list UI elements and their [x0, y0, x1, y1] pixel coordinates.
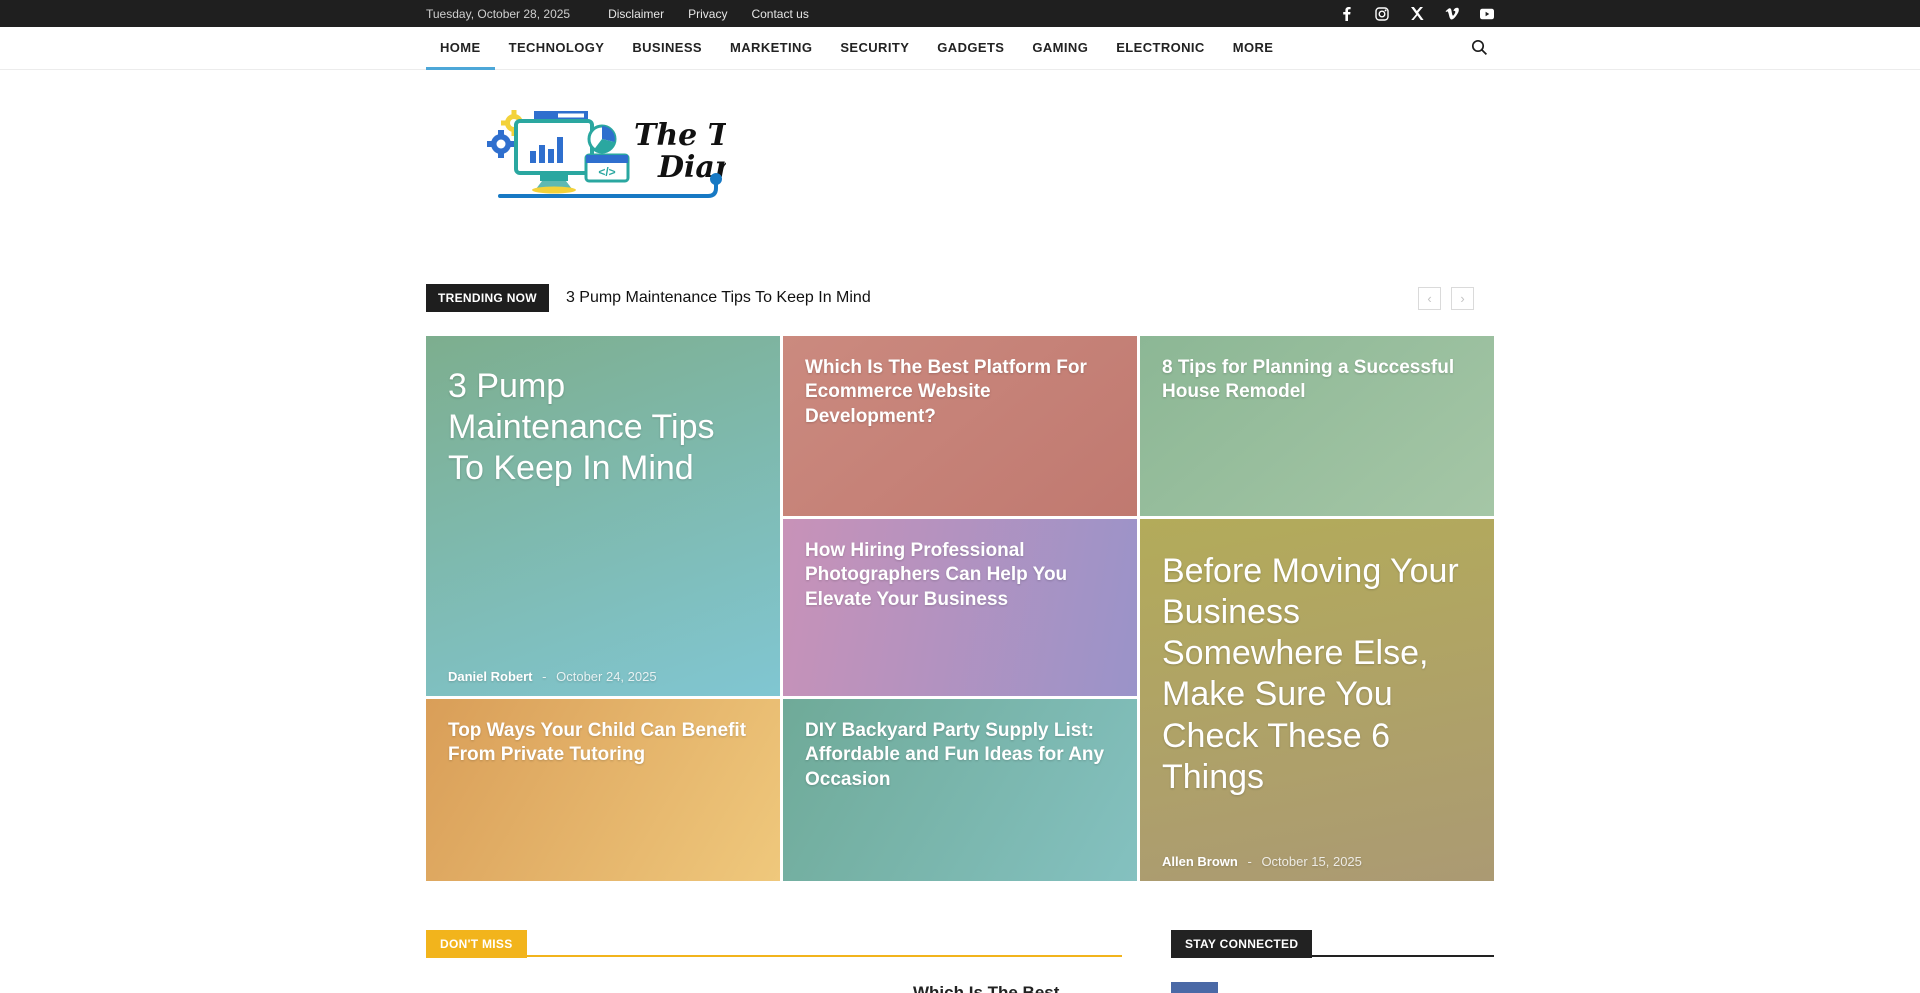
featured-article-before-moving[interactable]: Before Moving Your Business Somewhere El…	[1140, 519, 1494, 881]
top-bar: Tuesday, October 28, 2025 Disclaimer Pri…	[0, 0, 1920, 27]
nav-item-business[interactable]: BUSINESS	[618, 27, 716, 70]
featured-article-photographers[interactable]: How Hiring Professional Photographers Ca…	[783, 519, 1137, 696]
logo-text-line1: The Tech	[634, 118, 726, 153]
trending-next-button[interactable]: ›	[1451, 287, 1474, 310]
featured-article-house-remodel[interactable]: 8 Tips for Planning a Successful House R…	[1140, 336, 1494, 516]
youtube-icon[interactable]	[1480, 7, 1494, 21]
featured-article-ecommerce-platform[interactable]: Which Is The Best Platform For Ecommerce…	[783, 336, 1137, 516]
nav-item-more[interactable]: MORE	[1219, 27, 1288, 70]
article-thumbnail-placeholder	[426, 982, 888, 993]
article-title[interactable]: Which Is The Best Platform For Ecommerce…	[805, 356, 1115, 429]
article-title[interactable]: 3 Pump Maintenance Tips To Keep In Mind	[448, 366, 758, 489]
article-title[interactable]: How Hiring Professional Photographers Ca…	[805, 539, 1115, 612]
vimeo-icon[interactable]	[1445, 7, 1459, 21]
topbar-link-disclaimer[interactable]: Disclaimer	[608, 7, 664, 21]
site-logo[interactable]: </> The Tech Diary	[486, 103, 726, 204]
article-meta: Daniel Robert - October 24, 2025	[448, 669, 657, 684]
article-title[interactable]: DIY Backyard Party Supply List: Affordab…	[805, 719, 1115, 792]
list-item[interactable]: Which Is The Best Platform For Ecommerce…	[426, 982, 1122, 993]
stay-connected-badge: STAY CONNECTED	[1171, 930, 1312, 958]
dont-miss-section: DON'T MISS Which Is The Best Platform Fo…	[426, 930, 1122, 993]
topbar-link-privacy[interactable]: Privacy	[688, 7, 727, 21]
nav-item-gaming[interactable]: GAMING	[1018, 27, 1102, 70]
nav-item-gadgets[interactable]: GADGETS	[923, 27, 1018, 70]
code-tag-icon: </>	[586, 155, 628, 181]
dont-miss-badge: DON'T MISS	[426, 930, 527, 958]
monitor-icon	[516, 121, 592, 194]
nav-item-technology[interactable]: TECHNOLOGY	[495, 27, 619, 70]
featured-grid: 3 Pump Maintenance Tips To Keep In Mind …	[426, 336, 1494, 881]
nav-item-electronic[interactable]: ELECTRONIC	[1102, 27, 1219, 70]
article-meta: Allen Brown - October 15, 2025	[1162, 854, 1362, 869]
x-twitter-icon[interactable]	[1410, 7, 1424, 21]
article-author-link[interactable]: Allen Brown	[1162, 854, 1238, 869]
site-header: </> The Tech Diary	[0, 70, 1920, 261]
nav-item-security[interactable]: SECURITY	[826, 27, 923, 70]
facebook-icon[interactable]	[1340, 7, 1354, 21]
featured-article-private-tutoring[interactable]: Top Ways Your Child Can Benefit From Pri…	[426, 699, 780, 881]
svg-text:</>: </>	[598, 165, 615, 179]
article-title[interactable]: 8 Tips for Planning a Successful House R…	[1162, 356, 1472, 405]
main-navigation: HOME TECHNOLOGY BUSINESS MARKETING SECUR…	[0, 27, 1920, 70]
article-date: October 24, 2025	[556, 669, 656, 684]
stay-connected-section: STAY CONNECTED 1,456 Fans LIKE	[1171, 930, 1494, 993]
search-icon	[1471, 39, 1488, 59]
featured-article-diy-backyard[interactable]: DIY Backyard Party Supply List: Affordab…	[783, 699, 1137, 881]
trending-bar: TRENDING NOW 3 Pump Maintenance Tips To …	[426, 284, 1494, 312]
article-title[interactable]: Before Moving Your Business Somewhere El…	[1162, 551, 1472, 798]
nav-item-marketing[interactable]: MARKETING	[716, 27, 826, 70]
pie-chart-icon	[589, 126, 615, 152]
topbar-link-contact[interactable]: Contact us	[751, 7, 808, 21]
trending-prev-button[interactable]: ‹	[1418, 287, 1441, 310]
facebook-widget: 1,456 Fans LIKE	[1171, 982, 1494, 993]
article-title[interactable]: Top Ways Your Child Can Benefit From Pri…	[448, 719, 758, 768]
article-title-link[interactable]: Which Is The Best Platform For Ecommerce…	[913, 982, 1122, 993]
facebook-icon[interactable]	[1171, 982, 1218, 993]
nav-item-home[interactable]: HOME	[426, 27, 495, 70]
article-date: October 15, 2025	[1261, 854, 1361, 869]
article-author-link[interactable]: Daniel Robert	[448, 669, 533, 684]
current-date: Tuesday, October 28, 2025	[426, 7, 570, 21]
trending-headline-link[interactable]: 3 Pump Maintenance Tips To Keep In Mind	[566, 289, 871, 307]
instagram-icon[interactable]	[1375, 7, 1389, 21]
featured-article-pump-maintenance[interactable]: 3 Pump Maintenance Tips To Keep In Mind …	[426, 336, 780, 696]
dont-miss-underline	[426, 955, 1122, 957]
search-button[interactable]	[1465, 27, 1494, 70]
trending-badge: TRENDING NOW	[426, 284, 549, 312]
social-links	[1340, 7, 1494, 21]
